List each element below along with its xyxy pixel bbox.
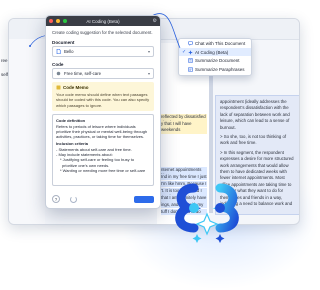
document-select[interactable]: Bello ▾ [52, 46, 154, 57]
ai-logo-icon [175, 183, 239, 243]
dialog-titlebar: AI Coding (Beta) ⚙ [46, 16, 160, 26]
memo-line: * Wanting or needing more free time or s… [60, 167, 146, 173]
chevron-down-icon: ▾ [147, 71, 150, 76]
chevron-down-icon: ▾ [147, 49, 150, 54]
code-memo-textarea[interactable]: Code definition Refers to periods of lei… [52, 114, 154, 187]
document-icon [56, 49, 61, 54]
code-value: Free time, self-care [64, 71, 102, 76]
spinner-icon [70, 195, 77, 203]
code-memo-info: Code Memo Your code memo should define w… [52, 82, 154, 112]
gear-icon[interactable]: ⚙ [153, 18, 157, 24]
ai-coding-dialog: AI Coding (Beta) ⚙ Create coding suggest… [45, 15, 161, 209]
document-value: Bello [64, 49, 74, 54]
help-button[interactable]: ? [52, 195, 60, 203]
dialog-footer: ? [52, 195, 154, 203]
code-label: Code [52, 62, 64, 67]
memo-info-text: Your code memo should define when text p… [56, 92, 150, 108]
dialog-title: AI Coding (Beta) [86, 18, 120, 24]
memo-definition: Refers to periods of leisure where indiv… [56, 123, 148, 140]
code-select[interactable]: Free time, self-care ▾ [52, 68, 154, 79]
submit-button[interactable] [134, 195, 154, 203]
memo-icon [56, 85, 61, 90]
document-label: Document [52, 40, 75, 45]
dialog-subtitle: Create coding suggestion for the selecte… [52, 30, 153, 35]
code-icon [56, 71, 61, 76]
memo-info-title: Code Memo [63, 85, 89, 90]
